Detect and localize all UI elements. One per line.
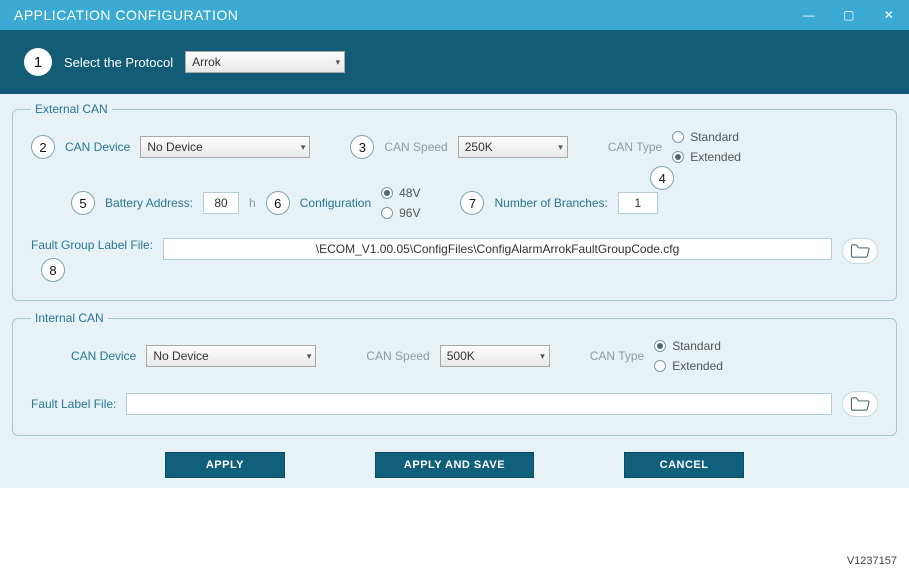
ext-can-type-extended-option[interactable]: Extended	[672, 150, 741, 164]
step-badge-2: 2	[31, 135, 55, 159]
ext-can-speed-label: CAN Speed	[384, 140, 447, 154]
external-can-legend: External CAN	[31, 102, 112, 116]
fault-group-file-label: Fault Group Label File:	[31, 238, 153, 252]
protocol-select-value: Arrok	[192, 55, 221, 69]
branches-label: Number of Branches:	[494, 196, 607, 210]
apply-button[interactable]: APPLY	[165, 452, 285, 478]
int-can-type-standard-label: Standard	[672, 339, 721, 353]
configuration-48v-option[interactable]: 48V	[381, 186, 420, 200]
int-can-type-extended-label: Extended	[672, 359, 723, 373]
step-badge-7: 7	[460, 191, 484, 215]
radio-icon	[654, 360, 666, 372]
cancel-button[interactable]: CANCEL	[624, 452, 744, 478]
ext-can-type-standard-label: Standard	[690, 130, 739, 144]
int-can-device-label: CAN Device	[71, 349, 136, 363]
configuration-96v-label: 96V	[399, 206, 420, 220]
configuration-label: Configuration	[300, 196, 371, 210]
int-can-speed-label: CAN Speed	[366, 349, 429, 363]
ext-can-type-radios: Standard Extended	[672, 130, 741, 164]
fault-label-file-input[interactable]	[126, 393, 832, 415]
titlebar: APPLICATION CONFIGURATION — ▢ ✕	[0, 0, 909, 30]
int-can-type-extended-option[interactable]: Extended	[654, 359, 723, 373]
ext-can-speed-value: 250K	[465, 140, 493, 154]
browse-fault-label-button[interactable]	[842, 391, 878, 417]
int-can-device-select[interactable]: No Device ▾	[146, 345, 316, 367]
ext-can-speed-select[interactable]: 250K ▾	[458, 136, 568, 158]
window-controls: — ▢ ✕	[789, 0, 909, 30]
int-can-speed-select[interactable]: 500K ▾	[440, 345, 550, 367]
apply-and-save-button[interactable]: APPLY AND SAVE	[375, 452, 534, 478]
int-can-type-radios: Standard Extended	[654, 339, 723, 373]
fault-label-file-label: Fault Label File:	[31, 397, 116, 411]
ext-can-type-standard-option[interactable]: Standard	[672, 130, 741, 144]
radio-icon	[381, 187, 393, 199]
browse-fault-group-button[interactable]	[842, 238, 878, 264]
maximize-button[interactable]: ▢	[829, 0, 869, 30]
chevron-down-icon: ▾	[336, 57, 341, 68]
configuration-48v-label: 48V	[399, 186, 420, 200]
window-title: APPLICATION CONFIGURATION	[14, 7, 238, 23]
protocol-select[interactable]: Arrok ▾	[185, 51, 345, 73]
ext-can-device-value: No Device	[147, 140, 202, 154]
int-can-type-label: CAN Type	[590, 349, 644, 363]
battery-address-suffix: h	[249, 196, 256, 210]
external-row-2: 5 Battery Address: 80 h 6 Configuration …	[31, 186, 878, 220]
external-row-3: Fault Group Label File: 8 \ECOM_V1.00.05…	[31, 238, 878, 282]
header-band: 1 Select the Protocol Arrok ▾	[0, 30, 909, 94]
step-badge-6: 6	[266, 191, 290, 215]
internal-row-1: CAN Device No Device ▾ CAN Speed 500K ▾ …	[31, 339, 878, 373]
step-badge-5: 5	[71, 191, 95, 215]
minimize-button[interactable]: —	[789, 0, 829, 30]
internal-can-legend: Internal CAN	[31, 311, 108, 325]
int-can-device-value: No Device	[153, 349, 208, 363]
ext-can-device-select[interactable]: No Device ▾	[140, 136, 310, 158]
fault-group-file-input[interactable]: \ECOM_V1.00.05\ConfigFiles\ConfigAlarmAr…	[163, 238, 832, 260]
external-can-group: External CAN 2 CAN Device No Device ▾ 3 …	[12, 102, 897, 301]
configuration-radios: 48V 96V	[381, 186, 420, 220]
battery-address-value: 80	[214, 196, 227, 210]
close-button[interactable]: ✕	[869, 0, 909, 30]
folder-icon	[850, 244, 870, 258]
internal-can-group: Internal CAN CAN Device No Device ▾ CAN …	[12, 311, 897, 436]
ext-can-type-extended-label: Extended	[690, 150, 741, 164]
radio-icon	[672, 131, 684, 143]
chevron-down-icon: ▾	[301, 142, 306, 153]
chevron-down-icon: ▾	[307, 351, 312, 362]
battery-address-label: Battery Address:	[105, 196, 193, 210]
step-badge-8: 8	[41, 258, 65, 282]
main-panel: External CAN 2 CAN Device No Device ▾ 3 …	[0, 94, 909, 488]
int-can-speed-value: 500K	[447, 349, 475, 363]
step-badge-1: 1	[24, 48, 52, 76]
branches-input[interactable]: 1	[618, 192, 658, 214]
button-bar: APPLY APPLY AND SAVE CANCEL	[12, 446, 897, 482]
select-protocol-label: Select the Protocol	[64, 55, 173, 70]
step-badge-3: 3	[350, 135, 374, 159]
battery-address-input[interactable]: 80	[203, 192, 239, 214]
external-row-1: 2 CAN Device No Device ▾ 3 CAN Speed 250…	[31, 130, 878, 164]
internal-row-2: Fault Label File:	[31, 391, 878, 417]
ext-can-device-label: CAN Device	[65, 140, 130, 154]
configuration-96v-option[interactable]: 96V	[381, 206, 420, 220]
reference-id: V1237157	[847, 555, 897, 567]
chevron-down-icon: ▾	[540, 351, 545, 362]
radio-icon	[654, 340, 666, 352]
fault-group-file-value: \ECOM_V1.00.05\ConfigFiles\ConfigAlarmAr…	[316, 242, 680, 256]
radio-icon	[381, 207, 393, 219]
ext-can-type-label: CAN Type	[608, 140, 662, 154]
chevron-down-icon: ▾	[558, 142, 563, 153]
branches-value: 1	[635, 196, 642, 210]
int-can-type-standard-option[interactable]: Standard	[654, 339, 723, 353]
radio-icon	[672, 151, 684, 163]
folder-icon	[850, 397, 870, 411]
